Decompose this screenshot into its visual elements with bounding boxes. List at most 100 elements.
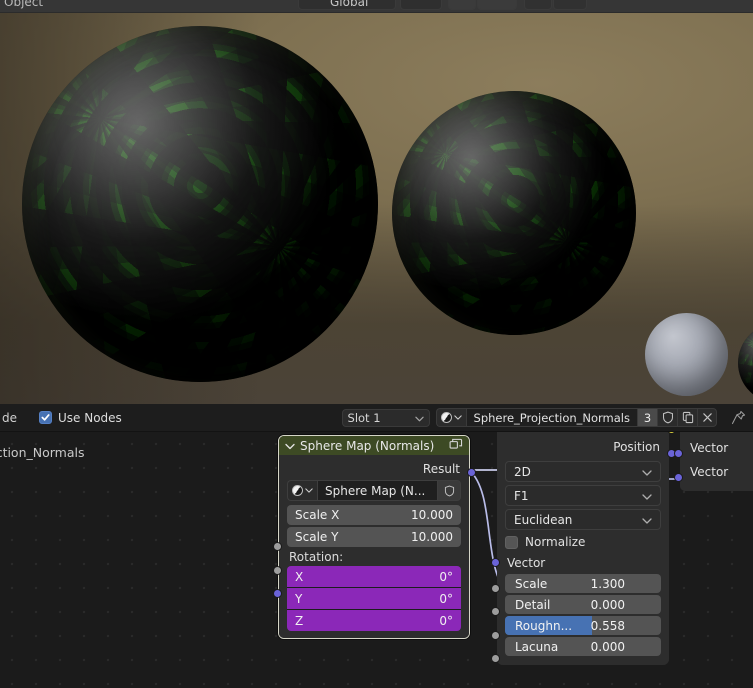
proportional-edit-toggle[interactable] xyxy=(524,0,552,10)
distance-metric-value: Euclidean xyxy=(514,512,573,527)
input-socket-scale[interactable] xyxy=(490,584,500,593)
material-slot-label: Slot 1 xyxy=(347,410,381,425)
output-label-result: Result xyxy=(422,461,460,476)
sphere-map-node-header[interactable]: Sphere Map (Normals) xyxy=(279,436,469,455)
shield-icon xyxy=(444,485,454,496)
rotation-y-value: 0° xyxy=(439,591,453,606)
scale-x-field[interactable]: Scale X 10.000 xyxy=(287,505,461,525)
normalize-checkbox[interactable]: Normalize xyxy=(505,533,661,551)
feature-dropdown[interactable]: F1 xyxy=(505,485,661,506)
roughness-value: 0.558 xyxy=(590,618,625,633)
subtract-vector-a-row: Vector xyxy=(680,436,753,460)
dimensions-dropdown[interactable]: 2D xyxy=(505,461,661,482)
input-label-vector-b: Vector xyxy=(690,465,729,479)
rotation-z-value: 0° xyxy=(439,613,453,628)
output-label-position: Position xyxy=(613,440,660,454)
subtract-vector-b-row: Vector xyxy=(680,460,753,484)
rotation-y-field[interactable]: Y 0° xyxy=(287,588,461,609)
chevron-down-icon xyxy=(305,488,313,493)
mode-selector-label[interactable]: Object xyxy=(4,0,43,9)
voronoi-node-body: Color Position 2D F1 xyxy=(490,432,676,665)
scale-y-field[interactable]: Scale Y 10.000 xyxy=(287,527,461,547)
use-nodes-checkbox[interactable]: Use Nodes xyxy=(39,411,122,425)
scale-label: Scale xyxy=(515,576,548,591)
sphere-map-node-title: Sphere Map (Normals) xyxy=(300,438,435,453)
input-socket-rotation[interactable] xyxy=(272,589,282,598)
node-editor-header: de Use Nodes Slot 1 Sphere_Projection_No… xyxy=(0,404,753,432)
rotation-x-field[interactable]: X 0° xyxy=(287,566,461,587)
copy-icon xyxy=(682,411,693,424)
roughness-slider[interactable]: Roughn... 0.558 xyxy=(505,616,661,635)
3d-viewport[interactable] xyxy=(0,13,753,404)
input-socket-vector-b[interactable] xyxy=(673,473,683,482)
shield-fake-user-button[interactable] xyxy=(657,408,677,427)
node-group-edit-icon[interactable] xyxy=(449,438,463,454)
chevron-down-icon xyxy=(642,465,652,479)
input-label-vector: Vector xyxy=(507,556,546,570)
node-group-selector[interactable]: Sphere Map (N... xyxy=(287,480,461,501)
normalize-label: Normalize xyxy=(525,535,586,549)
duplicate-material-button[interactable] xyxy=(677,408,697,427)
leaf-sphere-large[interactable] xyxy=(22,26,378,382)
chevron-down-icon xyxy=(405,411,424,425)
snap-increment-dropdown[interactable] xyxy=(477,0,517,10)
detail-value: 0.000 xyxy=(590,597,625,612)
input-socket-vector[interactable] xyxy=(490,558,500,567)
material-id-block: Sphere_Projection_Normals 3 xyxy=(435,408,717,427)
input-socket-vector-a[interactable] xyxy=(673,449,683,458)
node-group-fake-user-button[interactable] xyxy=(437,480,461,501)
scale-x-value: 10.000 xyxy=(411,508,453,522)
chevron-down-icon xyxy=(642,513,652,527)
feature-value: F1 xyxy=(514,488,529,503)
unlink-material-button[interactable] xyxy=(697,408,717,427)
subtract-node[interactable]: Subtract Vector Vector xyxy=(673,432,753,491)
sphere-map-node-body: Result Sphere Map (N... Scale X 10.000 S… xyxy=(272,455,476,638)
rotation-z-field[interactable]: Z 0° xyxy=(287,610,461,631)
material-name-field[interactable]: Sphere_Projection_Normals xyxy=(465,408,637,427)
shader-node-editor-canvas[interactable]: ection_Normals Sphere Map (Normals) xyxy=(0,432,753,688)
material-sphere-icon xyxy=(440,412,452,423)
grey-sphere[interactable] xyxy=(645,313,728,396)
voronoi-texture-node[interactable]: Color Position 2D F1 xyxy=(490,432,676,665)
lacunarity-slider[interactable]: Lacuna 0.000 xyxy=(505,637,661,656)
nodetree-sphere-icon xyxy=(292,485,303,496)
voronoi-vector-input-row: Vector xyxy=(497,554,669,572)
detail-slider[interactable]: Detail 0.000 xyxy=(505,595,661,614)
close-icon xyxy=(702,413,712,422)
scale-value: 1.300 xyxy=(590,576,625,591)
sphere-map-node[interactable]: Sphere Map (Normals) Result Sphere Map (… xyxy=(272,435,476,639)
node-group-browse-button[interactable] xyxy=(287,480,317,501)
material-browse-button[interactable] xyxy=(435,408,466,427)
scale-slider[interactable]: Scale 1.300 xyxy=(505,574,661,593)
material-user-count[interactable]: 3 xyxy=(637,408,657,427)
material-slot-dropdown[interactable]: Slot 1 xyxy=(341,408,430,427)
rotation-field-group: X 0° Y 0° Z 0° xyxy=(279,566,469,631)
sphere-rim-shadow xyxy=(22,26,378,382)
pivot-point-dropdown[interactable] xyxy=(400,0,442,10)
input-socket-lacunarity[interactable] xyxy=(490,654,500,663)
rotation-x-label: X xyxy=(295,569,304,584)
roughness-label: Roughn... xyxy=(515,618,573,633)
use-nodes-label: Use Nodes xyxy=(58,410,122,425)
rotation-z-label: Z xyxy=(295,613,304,628)
sphere-rim-shadow xyxy=(392,91,636,335)
scale-x-label: Scale X xyxy=(295,508,340,522)
input-socket-roughness[interactable] xyxy=(490,631,500,640)
rotation-group-label: Rotation: xyxy=(289,550,344,564)
input-socket-scale-x[interactable] xyxy=(272,542,282,551)
input-socket-detail[interactable] xyxy=(490,607,500,616)
leaf-sphere-medium[interactable] xyxy=(392,91,636,335)
collapse-chevron-icon[interactable] xyxy=(285,439,295,453)
output-socket-result[interactable] xyxy=(466,468,476,477)
pin-button[interactable] xyxy=(727,408,749,427)
proportional-falloff-dropdown[interactable] xyxy=(553,0,587,10)
distance-metric-dropdown[interactable]: Euclidean xyxy=(505,509,661,530)
snap-magnet-toggle[interactable] xyxy=(448,0,476,10)
rotation-y-label: Y xyxy=(295,591,303,606)
chevron-down-icon xyxy=(642,489,652,503)
input-socket-scale-y[interactable] xyxy=(272,566,282,575)
node-group-name-field[interactable]: Sphere Map (N... xyxy=(317,480,437,501)
scale-y-value: 10.000 xyxy=(411,530,453,544)
checkmark-icon xyxy=(39,411,52,424)
chevron-down-icon xyxy=(453,415,462,420)
